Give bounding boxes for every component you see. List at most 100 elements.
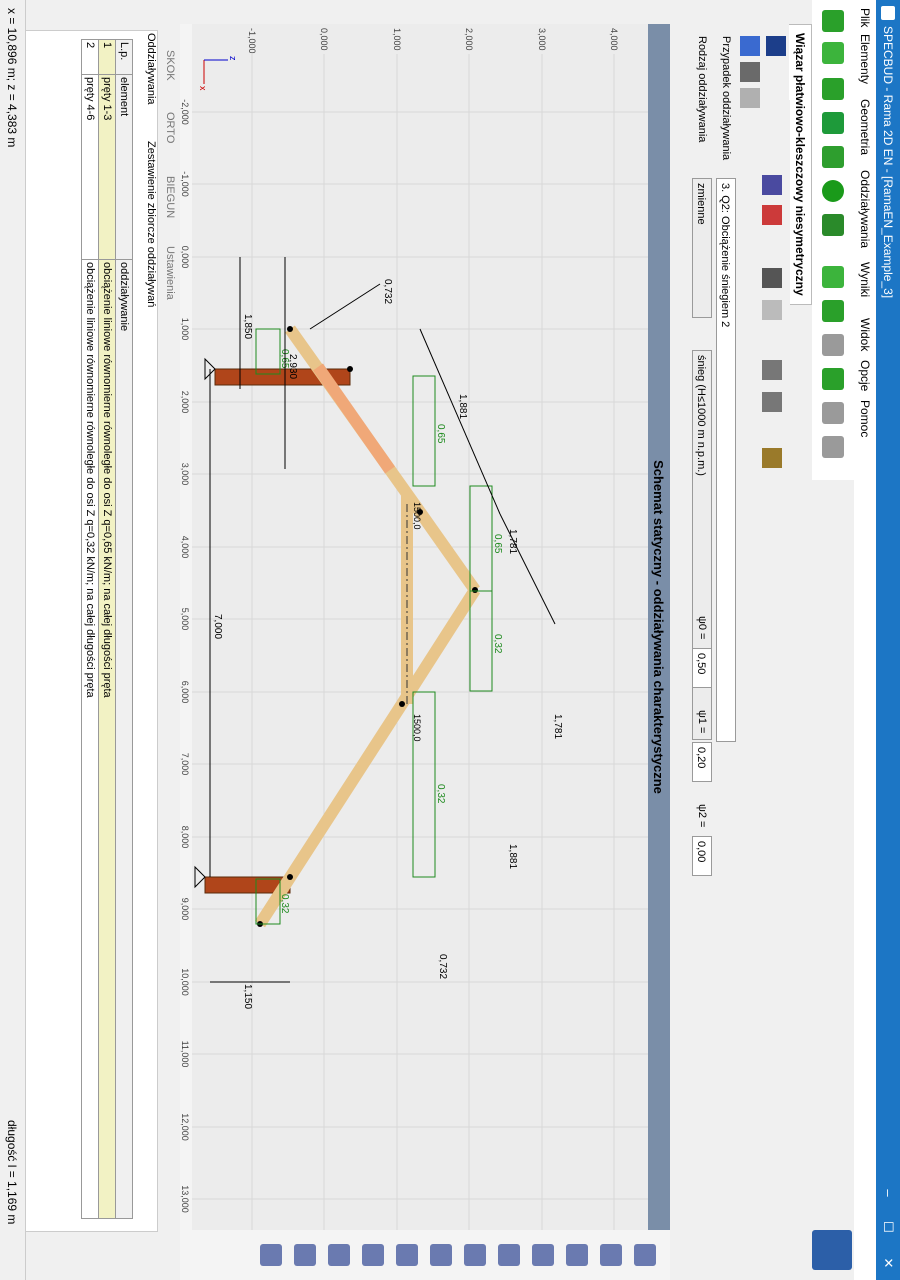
menu-results[interactable]: Wyniki	[858, 262, 872, 297]
calculator-icon[interactable]	[740, 62, 760, 82]
close-button[interactable]: ✕	[879, 1250, 897, 1276]
eraser-icon[interactable]	[740, 88, 760, 108]
main-toolbar	[812, 0, 854, 480]
post-label: 1500,0	[412, 502, 422, 530]
redo-icon[interactable]	[762, 300, 782, 320]
z-tick: 4,000	[609, 28, 619, 51]
download-icon[interactable]	[822, 214, 844, 236]
move-down-icon[interactable]	[822, 436, 844, 458]
menu-geometry[interactable]: Geometria	[858, 99, 872, 155]
tool-2-icon[interactable]	[600, 1244, 622, 1266]
load-case-label: Przypadek oddziaływania	[720, 36, 732, 161]
move-up-icon[interactable]	[822, 402, 844, 424]
dim-label: 1,781	[552, 714, 563, 739]
load-label: 0,65	[492, 534, 503, 554]
tool-9-icon[interactable]	[362, 1244, 384, 1266]
row-load: obciążenie liniowe równomierne równoległ…	[98, 259, 116, 1219]
tab-biegun[interactable]: BIEGUN	[164, 176, 176, 218]
remove-icon[interactable]	[822, 334, 844, 356]
supports-icon[interactable]	[740, 36, 760, 56]
tool-6-icon[interactable]	[464, 1244, 486, 1266]
save-icon[interactable]	[822, 78, 844, 100]
load-case-select[interactable]: 3. Q2: Obciążenie śniegiem 2	[716, 178, 736, 742]
new-file-icon[interactable]	[822, 10, 844, 32]
header-load: oddziaływanie	[115, 259, 133, 1219]
row-index: 2	[81, 39, 99, 75]
tool-3-icon[interactable]	[566, 1244, 588, 1266]
open-file-icon[interactable]	[822, 42, 844, 64]
header-lp: L.p.	[115, 39, 133, 75]
view-tabs: SKOK ORTO BIEGUN Ustawienia	[160, 30, 178, 330]
minimize-button[interactable]: –	[879, 1180, 897, 1206]
x-tick: 12,000	[180, 1113, 190, 1141]
tab-orto[interactable]: ORTO	[164, 112, 176, 143]
axis-z-label: z	[228, 56, 238, 61]
tool-7-icon[interactable]	[430, 1244, 452, 1266]
undo-icon[interactable]	[762, 268, 782, 288]
psi0-label: ψ0 =	[696, 616, 708, 640]
word-export-icon[interactable]	[822, 146, 844, 168]
summary-tab[interactable]: Zestawienie zbiorcze oddziaływań	[145, 141, 157, 307]
dim-label: 0,732	[437, 954, 448, 979]
menu-help[interactable]: Pomoc	[858, 400, 872, 437]
z-tick: 2,000	[464, 28, 474, 51]
psi0-input[interactable]: 0,50	[692, 648, 712, 688]
tool-11-icon[interactable]	[294, 1244, 316, 1266]
tool-5-icon[interactable]	[498, 1244, 520, 1266]
title-bar: SPECBUD - Rama 2D EN - [RamaEN_Example_3…	[876, 0, 900, 1280]
z-tick: 0,000	[319, 28, 329, 51]
menu-view[interactable]: Widok	[858, 318, 872, 351]
menu-loads[interactable]: Oddziaływania	[858, 170, 872, 248]
frame-type-icon[interactable]	[766, 36, 786, 56]
load-label: 0,32	[435, 784, 446, 804]
menu-elements[interactable]: Elementy	[858, 34, 872, 84]
x-tick: 9,000	[180, 898, 190, 921]
zoom-icon[interactable]	[762, 360, 782, 380]
load-factor-icon[interactable]	[762, 205, 782, 225]
dim-label: 1,850	[242, 314, 253, 339]
dim-label: 2,930	[287, 354, 298, 379]
help-icon[interactable]	[822, 180, 844, 202]
drawing-toolstrip	[180, 1230, 670, 1280]
table-row[interactable]: 1 pręty 1-3 obciążenie liniowe równomier…	[98, 39, 116, 1219]
dim-label: 1,150	[242, 984, 253, 1009]
tool-1-icon[interactable]	[634, 1244, 656, 1266]
maximize-button[interactable]: ☐	[879, 1214, 897, 1240]
header-element: element	[115, 74, 133, 260]
x-tick: 0,000	[180, 246, 190, 269]
psi2-input[interactable]: 0,00	[692, 836, 712, 876]
tab-skok[interactable]: SKOK	[164, 50, 176, 81]
z-tick: 3,000	[537, 28, 547, 51]
x-tick: 1,000	[180, 318, 190, 341]
structure-title-tab[interactable]: Wiązar płatwiowo-kleszczowy niesymetrycz…	[789, 24, 812, 305]
settings-icon[interactable]	[762, 448, 782, 468]
dim-label: 1,881	[507, 844, 518, 869]
app-window: SPECBUD - Rama 2D EN - [RamaEN_Example_3…	[0, 0, 900, 1280]
x-tick: 5,000	[180, 608, 190, 631]
menu-options[interactable]: Opcje	[858, 360, 872, 391]
tool-12-icon[interactable]	[260, 1244, 282, 1266]
print-icon[interactable]	[822, 112, 844, 134]
add-icon[interactable]	[822, 300, 844, 322]
select-icon[interactable]	[762, 392, 782, 412]
tool-8-icon[interactable]	[396, 1244, 418, 1266]
tool-10-icon[interactable]	[328, 1244, 350, 1266]
tab-settings[interactable]: Ustawienia	[164, 246, 176, 300]
load-type-select[interactable]: zmienne	[692, 178, 712, 318]
edit-icon[interactable]	[822, 368, 844, 390]
axis-x-label: x	[198, 86, 208, 91]
psi1-input[interactable]: 0,20	[692, 742, 712, 782]
load-pattern-icon[interactable]	[762, 175, 782, 195]
loads-tab[interactable]: Oddziaływania	[145, 33, 157, 105]
table-row[interactable]: 2 pręty 4-6 obciążenie liniowe równomier…	[81, 39, 99, 1219]
coordinates-readout: x = 10,896 m; z = 4,383 m	[5, 8, 19, 148]
drawing-background	[180, 24, 670, 1230]
static-scheme-canvas[interactable]: Schemat statyczny - oddziaływania charak…	[180, 24, 670, 1230]
table-icon[interactable]	[822, 266, 844, 288]
loads-panel: Oddziaływania Zestawienie zbiorcze oddzi…	[24, 30, 158, 1232]
menu-file[interactable]: Plik	[858, 8, 872, 27]
dim-label: 7,000	[212, 614, 223, 639]
x-tick: 8,000	[180, 826, 190, 849]
tool-4-icon[interactable]	[532, 1244, 554, 1266]
dim-label: 1,881	[457, 394, 468, 419]
